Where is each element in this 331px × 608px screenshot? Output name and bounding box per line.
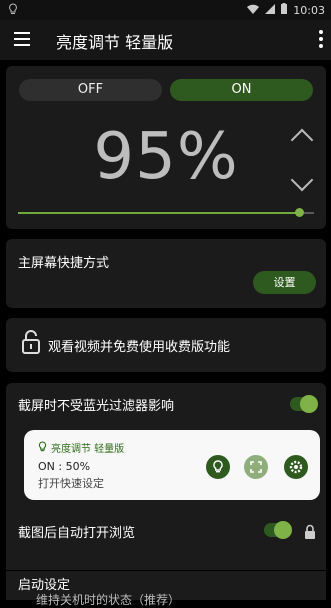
unlock-label: 观看视频并免费使用收费版功能	[48, 340, 231, 355]
brightness-stepper	[290, 124, 314, 192]
auto-browse-switch[interactable]	[264, 521, 292, 539]
unlock-card[interactable]: 观看视频并免费使用收费版功能	[6, 318, 326, 372]
power-toggle-group: OFF ON	[19, 79, 313, 101]
notification-hint: 打开快速设定	[38, 477, 104, 490]
status-bar: 10:03	[0, 0, 331, 20]
divider	[6, 570, 326, 571]
notification-app-name: 亮度调节 轻量版	[51, 444, 125, 455]
signal-icon	[265, 3, 276, 17]
filter-settings-card: 截屏时不受蓝光过滤器影响 亮度调节 轻量版 ON : 50% 打开快速设定 截图…	[6, 383, 326, 607]
switch-knob	[300, 395, 318, 413]
more-options-icon[interactable]	[319, 30, 323, 48]
menu-icon[interactable]	[14, 32, 30, 46]
status-time: 10:03	[293, 3, 325, 17]
notification-app: 亮度调节 轻量版	[38, 440, 124, 455]
shortcut-card: 主屏幕快捷方式 设置	[6, 239, 326, 308]
fullscreen-icon	[250, 461, 262, 473]
off-button[interactable]: OFF	[19, 79, 162, 101]
bulb-icon	[38, 440, 47, 455]
notification-status: ON : 50%	[38, 460, 91, 473]
switch-knob	[274, 521, 292, 539]
fullscreen-button[interactable]	[244, 455, 268, 479]
bulb-icon	[213, 460, 223, 473]
page-title: 亮度调节 轻量版	[56, 33, 174, 52]
chevron-up-icon[interactable]	[290, 128, 314, 152]
chevron-down-icon[interactable]	[290, 168, 314, 192]
screenshot-filter-label: 截屏时不受蓝光过滤器影响	[18, 399, 175, 414]
lock-icon	[304, 524, 316, 540]
bulb-button[interactable]	[206, 455, 230, 479]
brightness-slider[interactable]	[18, 208, 314, 217]
brightness-percent: 95%	[93, 120, 239, 194]
bulb-icon	[8, 3, 18, 18]
settings-button[interactable]	[284, 455, 308, 479]
notification-preview: 亮度调节 轻量版 ON : 50% 打开快速设定	[24, 430, 320, 500]
on-button[interactable]: ON	[170, 79, 313, 101]
brightness-card: OFF ON 95%	[6, 66, 326, 229]
auto-browse-label: 截图后自动打开浏览	[18, 526, 136, 541]
shortcut-settings-button[interactable]: 设置	[253, 271, 316, 294]
unlock-icon	[22, 330, 40, 354]
shortcut-label: 主屏幕快捷方式	[18, 256, 110, 271]
app-bar: 亮度调节 轻量版	[0, 20, 331, 60]
screenshot-filter-switch[interactable]	[290, 395, 318, 413]
wifi-icon	[247, 4, 260, 17]
battery-icon	[281, 3, 288, 17]
slider-thumb[interactable]	[295, 208, 305, 217]
gear-icon	[289, 460, 303, 474]
slider-fill	[18, 212, 300, 214]
